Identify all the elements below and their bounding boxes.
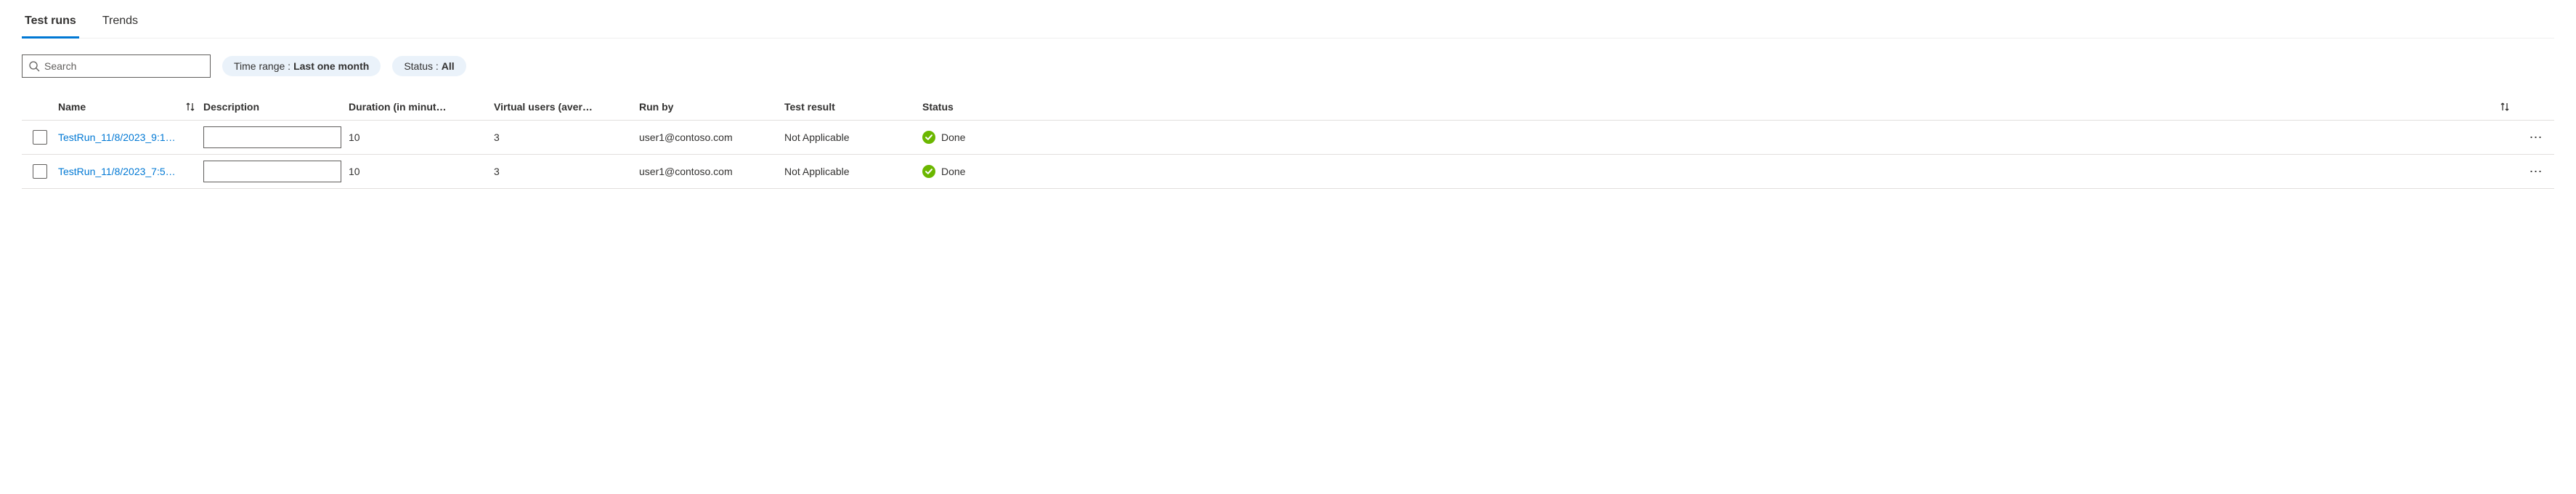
cell-duration: 10 [349, 166, 494, 177]
column-header-description[interactable]: Description [203, 101, 349, 113]
table-header: Name Description Duration (in minut… Vir… [22, 94, 2554, 121]
table-row: TestRun_11/8/2023_7:5… 10 3 user1@contos… [22, 155, 2554, 189]
filter-value: Last one month [293, 60, 369, 72]
search-icon [28, 60, 40, 72]
search-input[interactable] [44, 60, 204, 72]
status-badge: Done [922, 165, 965, 178]
filter-status[interactable]: Status : All [392, 56, 466, 76]
test-run-name-link[interactable]: TestRun_11/8/2023_7:5… [58, 166, 176, 177]
sort-icon[interactable] [2499, 101, 2511, 113]
status-badge: Done [922, 131, 965, 144]
tab-test-runs[interactable]: Test runs [22, 7, 79, 38]
cell-test-result: Not Applicable [784, 166, 922, 177]
cell-run-by: user1@contoso.com [639, 131, 784, 143]
cell-duration: 10 [349, 131, 494, 143]
more-actions-button[interactable]: ⋯ [2528, 130, 2544, 145]
column-header-test-result[interactable]: Test result [784, 101, 922, 113]
tabs-bar: Test runs Trends [22, 7, 2554, 39]
test-runs-table: Name Description Duration (in minut… Vir… [22, 94, 2554, 189]
more-actions-button[interactable]: ⋯ [2528, 164, 2544, 179]
filter-label: Time range : [234, 60, 290, 72]
column-header-name[interactable]: Name [58, 101, 203, 113]
toolbar: Time range : Last one month Status : All [22, 54, 2554, 78]
filter-time-range[interactable]: Time range : Last one month [222, 56, 381, 76]
table-row: TestRun_11/8/2023_9:1… 10 3 user1@contos… [22, 121, 2554, 155]
description-input[interactable] [203, 126, 341, 148]
row-checkbox[interactable] [33, 164, 47, 179]
cell-virtual-users: 3 [494, 166, 639, 177]
status-text: Done [941, 131, 965, 143]
row-checkbox[interactable] [33, 130, 47, 145]
cell-test-result: Not Applicable [784, 131, 922, 143]
column-header-name-label: Name [58, 101, 86, 113]
search-box[interactable] [22, 54, 211, 78]
column-header-virtual-users[interactable]: Virtual users (aver… [494, 101, 639, 113]
sort-icon[interactable] [184, 101, 196, 113]
check-circle-icon [922, 131, 935, 144]
filter-label: Status : [404, 60, 438, 72]
status-text: Done [941, 166, 965, 177]
check-circle-icon [922, 165, 935, 178]
column-header-status[interactable]: Status [922, 101, 2518, 113]
column-header-run-by[interactable]: Run by [639, 101, 784, 113]
test-run-name-link[interactable]: TestRun_11/8/2023_9:1… [58, 131, 176, 143]
cell-run-by: user1@contoso.com [639, 166, 784, 177]
tab-trends[interactable]: Trends [99, 7, 141, 38]
filter-value: All [442, 60, 455, 72]
column-header-duration[interactable]: Duration (in minut… [349, 101, 494, 113]
cell-virtual-users: 3 [494, 131, 639, 143]
description-input[interactable] [203, 161, 341, 182]
column-header-status-label: Status [922, 101, 954, 113]
